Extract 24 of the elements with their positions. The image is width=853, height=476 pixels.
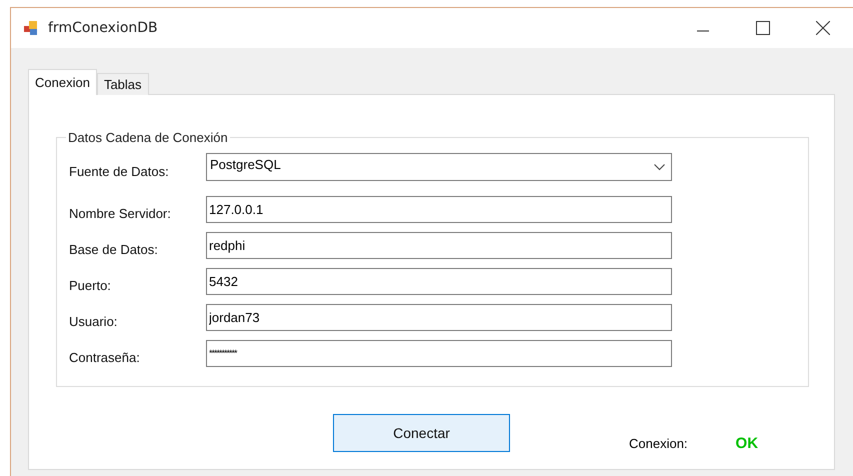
chevron-icon [654, 164, 665, 171]
maximize-icon [756, 21, 770, 35]
field-label: Contraseña: [69, 350, 141, 364]
field-label: Base de Datos: [69, 242, 159, 256]
field-label: Usuario: [69, 314, 118, 328]
close-icon [816, 21, 830, 35]
password-field[interactable]: *********** [206, 340, 672, 366]
input-field[interactable]: jordan73 [206, 304, 672, 330]
input-field[interactable]: 5432 [206, 268, 672, 294]
app-icon [23, 20, 39, 36]
tab[interactable]: Conexion [28, 69, 97, 95]
minimize-icon [697, 30, 709, 32]
input-field[interactable]: redphi [206, 232, 672, 258]
status-label: Conexion: [629, 436, 688, 451]
field-label: Nombre Servidor: [69, 206, 172, 220]
field-label: Fuente de Datos: [69, 164, 170, 178]
dropdown[interactable]: PostgreSQL [206, 153, 672, 181]
window-title: frmConexionDB [48, 20, 159, 36]
group-title: Datos Cadena de Conexión [67, 130, 229, 145]
field-label: Puerto: [69, 278, 112, 292]
tab[interactable]: Tablas [96, 73, 149, 95]
connect-button[interactable]: Conectar [333, 414, 510, 452]
status-value: OK [736, 435, 758, 452]
input-field[interactable]: 127.0.0.1 [206, 196, 672, 222]
